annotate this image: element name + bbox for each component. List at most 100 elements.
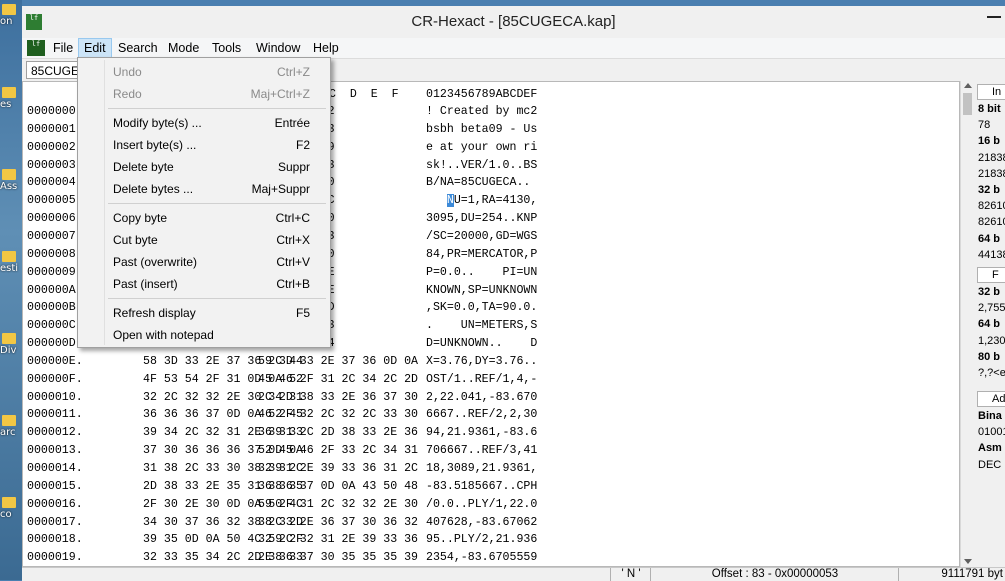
row-ascii[interactable]: 6667..REF/2,2,30 bbox=[426, 406, 566, 424]
menu-search[interactable]: Search bbox=[113, 38, 163, 58]
row-hex-right[interactable]: 36 31 2C 2D 38 33 2E 36 bbox=[258, 424, 428, 442]
panel-label: 8 bit bbox=[978, 103, 1001, 115]
row-ascii[interactable]: 2354,-83.6705559 bbox=[426, 549, 566, 567]
row-ascii[interactable]: 3095,DU=254..KNP bbox=[426, 210, 566, 228]
menu-mode[interactable]: Mode bbox=[163, 38, 204, 58]
title-bar: lf CR-Hexact - [85CUGECA.kap] bbox=[22, 6, 1005, 38]
menu-item-shortcut: Entrée bbox=[274, 116, 310, 130]
row-ascii[interactable]: ! Created by mc2 bbox=[426, 103, 566, 121]
menu-item-label: Undo bbox=[113, 65, 142, 79]
minimize-icon[interactable] bbox=[987, 16, 1001, 18]
menu-item-label: Past (overwrite) bbox=[113, 255, 198, 269]
row-hex-right[interactable]: 59 2F 31 2C 32 32 2E 30 bbox=[258, 496, 428, 514]
row-hex-right[interactable]: 59 3D 33 2E 37 36 0D 0A bbox=[258, 353, 428, 371]
row-ascii[interactable]: 18,3089,21.9361, bbox=[426, 460, 566, 478]
row-hex-left[interactable]: 2F 30 2E 30 0D 0A 50 4C bbox=[143, 496, 303, 514]
vertical-scrollbar[interactable] bbox=[960, 81, 975, 567]
row-ascii[interactable]: ,SK=0.0,TA=90.0. bbox=[426, 299, 566, 317]
desktop-shortcut[interactable]: esti bbox=[0, 247, 22, 277]
menu-file[interactable]: File bbox=[48, 38, 78, 58]
scroll-thumb[interactable] bbox=[963, 93, 972, 115]
row-ascii[interactable]: KNOWN,SP=UNKNOWN bbox=[426, 282, 566, 300]
row-hex-right[interactable]: 2C 2D 38 33 2E 36 37 30 bbox=[258, 389, 428, 407]
menu-item-redo: Redo Maj+Ctrl+Z bbox=[80, 83, 328, 105]
row-hex-left[interactable]: 4F 53 54 2F 31 0D 0A 52 bbox=[143, 371, 303, 389]
menu-item-copy-byte[interactable]: Copy byte Ctrl+C bbox=[80, 207, 328, 229]
row-offset: 0000011. bbox=[27, 408, 83, 422]
row-hex-left[interactable]: 32 2C 32 32 2E 30 34 31 bbox=[143, 389, 303, 407]
menu-item-open-with-notepad[interactable]: Open with notepad bbox=[80, 324, 328, 346]
row-hex-left[interactable]: 58 3D 33 2E 37 36 2C 44 bbox=[143, 353, 303, 371]
menu-item-modify-byte-s[interactable]: Modify byte(s) ... Entrée bbox=[80, 112, 328, 134]
row-ascii[interactable]: OST/1..REF/1,4,- bbox=[426, 371, 566, 389]
row-ascii[interactable]: 2,22.041,-83.670 bbox=[426, 389, 566, 407]
desktop-shortcut[interactable]: es bbox=[0, 83, 22, 113]
row-ascii[interactable]: D=UNKNOWN.. D bbox=[426, 335, 566, 353]
menu-item-past-insert[interactable]: Past (insert) Ctrl+B bbox=[80, 273, 328, 295]
scroll-down-icon[interactable] bbox=[964, 559, 972, 564]
row-hex-left[interactable]: 34 30 37 36 32 38 2C 2D bbox=[143, 514, 303, 532]
row-hex-right[interactable]: 46 2F 32 2C 32 2C 33 30 bbox=[258, 406, 428, 424]
row-hex-right[interactable]: 2E 36 37 30 35 35 35 39 bbox=[258, 549, 428, 567]
menu-item-delete-byte[interactable]: Delete byte Suppr bbox=[80, 156, 328, 178]
desktop-shortcut[interactable]: Ass bbox=[0, 165, 22, 195]
row-ascii[interactable]: 95..PLY/2,21.936 bbox=[426, 531, 566, 549]
menu-item-refresh-display[interactable]: Refresh display F5 bbox=[80, 302, 328, 324]
row-hex-left[interactable]: 32 33 35 34 2C 2D 38 33 bbox=[143, 549, 303, 567]
row-ascii[interactable]: 94,21.9361,-83.6 bbox=[426, 424, 566, 442]
row-hex-left[interactable]: 31 38 2C 33 30 38 39 2C bbox=[143, 460, 303, 478]
menu-item-cut-byte[interactable]: Cut byte Ctrl+X bbox=[80, 229, 328, 251]
panel-label: 32 b bbox=[978, 286, 1001, 298]
row-ascii[interactable]: sk!..VER/1.0..BS bbox=[426, 157, 566, 175]
row-hex-left[interactable]: 37 30 36 36 36 37 0D 0A bbox=[143, 442, 303, 460]
row-ascii[interactable]: bsbh beta09 - Us bbox=[426, 121, 566, 139]
desktop-shortcut-label: esti bbox=[0, 263, 19, 274]
menu-edit[interactable]: Edit bbox=[78, 38, 112, 58]
panel-label: 16 b bbox=[978, 135, 1001, 148]
row-hex-right[interactable]: 36 36 37 0D 0A 43 50 48 bbox=[258, 478, 428, 496]
row-hex-right[interactable]: 32 31 2E 39 33 36 31 2C bbox=[258, 460, 428, 478]
row-ascii[interactable]: /0.0..PLY/1,22.0 bbox=[426, 496, 566, 514]
desktop-shortcut[interactable]: arc bbox=[0, 411, 22, 441]
row-ascii[interactable]: 84,PR=MERCATOR,P bbox=[426, 246, 566, 264]
row-ascii[interactable]: /SC=20000,GD=WGS bbox=[426, 228, 566, 246]
row-ascii[interactable]: B/NA=85CUGECA.. bbox=[426, 174, 566, 192]
menu-item-delete-bytes[interactable]: Delete bytes ... Maj+Suppr bbox=[80, 178, 328, 200]
row-ascii[interactable]: -83.5185667..CPH bbox=[426, 478, 566, 496]
panel-tab[interactable]: F bbox=[977, 267, 1005, 283]
row-ascii[interactable]: 706667..REF/3,41 bbox=[426, 442, 566, 460]
row-hex-right[interactable]: 38 33 2E 36 37 30 36 32 bbox=[258, 514, 428, 532]
document-icon[interactable]: lf bbox=[27, 40, 45, 56]
menu-tools[interactable]: Tools bbox=[207, 38, 246, 58]
status-size: 9111791 byt bbox=[898, 568, 1005, 581]
desktop-shortcut[interactable]: Div bbox=[0, 329, 22, 359]
row-offset: 000000E. bbox=[27, 354, 83, 368]
desktop-shortcut[interactable]: co bbox=[0, 493, 22, 523]
row-hex-right[interactable]: 52 45 46 2F 33 2C 34 31 bbox=[258, 442, 428, 460]
selected-byte[interactable]: N bbox=[446, 194, 454, 208]
row-hex-left[interactable]: 36 36 36 37 0D 0A 52 45 bbox=[143, 406, 303, 424]
menu-item-insert-byte-s[interactable]: Insert byte(s) ... F2 bbox=[80, 134, 328, 156]
panel-tab[interactable]: In bbox=[977, 84, 1005, 100]
menu-item-past-overwrite[interactable]: Past (overwrite) Ctrl+V bbox=[80, 251, 328, 273]
desktop-shortcut[interactable]: on bbox=[0, 0, 22, 30]
row-ascii[interactable]: e at your own ri bbox=[426, 139, 566, 157]
panel-tab[interactable]: Ad bbox=[977, 391, 1005, 407]
row-ascii[interactable]: X=3.76,DY=3.76.. bbox=[426, 353, 566, 371]
row-ascii[interactable]: 407628,-83.67062 bbox=[426, 514, 566, 532]
desktop-shortcut-label: Div bbox=[0, 345, 17, 356]
row-hex-left[interactable]: 2D 38 33 2E 35 31 38 35 bbox=[143, 478, 303, 496]
menu-window[interactable]: Window bbox=[251, 38, 305, 58]
row-hex-right[interactable]: 32 2C 32 31 2E 39 33 36 bbox=[258, 531, 428, 549]
row-hex-right[interactable]: 45 46 2F 31 2C 34 2C 2D bbox=[258, 371, 428, 389]
row-ascii[interactable]: NU=1,RA=4130, bbox=[426, 192, 566, 210]
row-hex-left[interactable]: 39 35 0D 0A 50 4C 59 2F bbox=[143, 531, 303, 549]
menu-help[interactable]: Help bbox=[308, 38, 344, 58]
menu-item-label: Copy byte bbox=[113, 211, 168, 225]
menu-separator bbox=[108, 298, 326, 299]
row-ascii[interactable]: . UN=METERS,S bbox=[426, 317, 566, 335]
scroll-up-icon[interactable] bbox=[964, 83, 972, 88]
row-hex-left[interactable]: 39 34 2C 32 31 2E 39 33 bbox=[143, 424, 303, 442]
row-ascii[interactable]: P=0.0.. PI=UN bbox=[426, 264, 566, 282]
desktop-shortcut-label: arc bbox=[0, 427, 16, 438]
